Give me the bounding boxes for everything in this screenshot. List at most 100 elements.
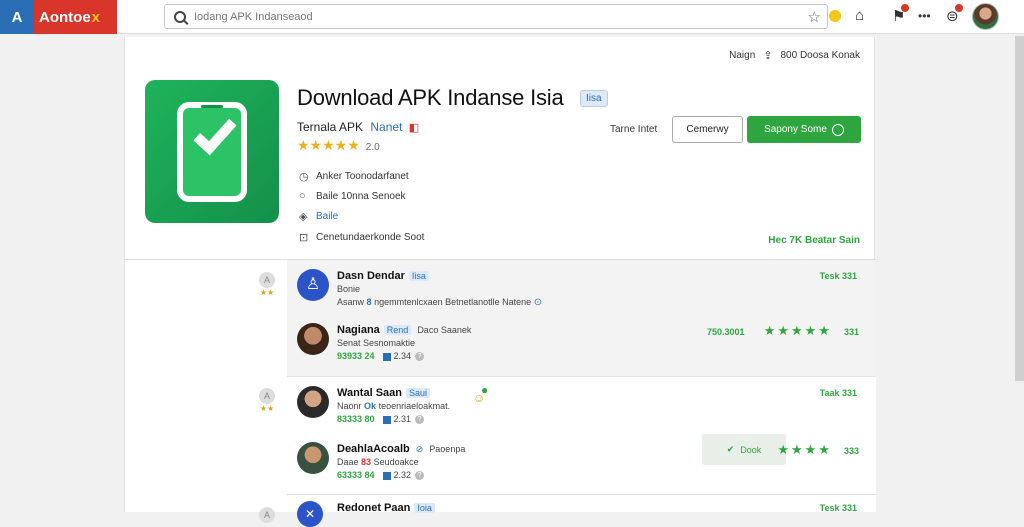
reviewer-name: Wantal Saan Saui xyxy=(337,387,431,399)
review-group: Wantal Saan Saui Naonr Ok teoenriaeloakma… xyxy=(287,376,876,494)
review-item[interactable]: Wantal Saan Saui Naonr Ok teoenriaeloakma… xyxy=(297,383,867,434)
clock-icon: ◷ xyxy=(299,171,309,183)
helpful-button[interactable]: ✔ Dook xyxy=(702,434,786,465)
globe-icon: ○ xyxy=(299,190,306,202)
header-meta: Naign ⇪ 800 Doosa Konak xyxy=(729,49,860,62)
link-icon[interactable]: ⊙ xyxy=(534,297,542,308)
page-scrollbar[interactable] xyxy=(1015,36,1024,381)
review-meta: 93933 24 2.34? xyxy=(337,351,425,362)
review-date: Tesk 331 xyxy=(819,271,857,281)
review-text: Bonie xyxy=(337,284,361,294)
search-icon xyxy=(174,10,186,23)
user-avatar[interactable] xyxy=(972,3,999,30)
bookmark-star-icon[interactable]: ☆ xyxy=(808,8,821,26)
share-icon[interactable]: ⇪ xyxy=(763,49,772,62)
check-icon: ✔ xyxy=(726,444,735,454)
reviewer-avatar[interactable] xyxy=(297,323,329,355)
checkmark-icon xyxy=(193,110,237,155)
brand-icon: A xyxy=(0,0,34,34)
helpful-count: 750.3001 xyxy=(707,327,745,337)
app-detail-card: Naign ⇪ 800 Doosa Konak Download APK Ind… xyxy=(124,37,876,527)
reviewer-name: DeahlaAcoalb ⊘ Paoenpa xyxy=(337,443,466,455)
reviewer-avatar[interactable]: ♙ xyxy=(297,269,329,301)
download-button[interactable]: Sapony Some xyxy=(747,116,861,143)
emoji-icon: ☺ xyxy=(473,391,486,405)
size-label: Tarne Intet xyxy=(610,124,658,135)
review-text: Naonr Ok teoenriaeloakmat. xyxy=(337,401,451,411)
notification-icon[interactable]: ⚑ xyxy=(892,4,910,25)
review-stars: ★★★★ 333 xyxy=(777,442,859,457)
review-date: Taak 331 xyxy=(819,388,857,398)
badge-stars: ★★ xyxy=(259,404,275,413)
extension-icon[interactable] xyxy=(829,10,841,22)
review-item[interactable]: DeahlaAcoalb ⊘ Paoenpa Daae 83 Seudoakce 6… xyxy=(297,434,867,490)
reviewer-avatar[interactable] xyxy=(297,386,329,418)
browser-toolbar: A Aontoex ☆ ⌂ ⚑ ••• ⊜ xyxy=(0,0,1024,34)
user-circle-icon: A xyxy=(259,388,275,404)
search-bar[interactable]: ☆ xyxy=(164,4,828,29)
reviewer-name: Dasn Dendar Iisa xyxy=(337,270,429,282)
brand-logo[interactable]: A Aontoe x xyxy=(0,0,117,34)
developer-link[interactable]: Nanet xyxy=(370,120,402,134)
review-text: Senat Sesnomaktie xyxy=(337,338,416,348)
rating-stars: ★★★★★ xyxy=(297,137,360,153)
reviewer-badge: Saui xyxy=(406,388,431,398)
review-meta: 63333 84 2.32? xyxy=(337,470,425,481)
user-circle-icon: A xyxy=(259,272,275,288)
review-group-badge: A ★★ xyxy=(258,272,276,297)
search-input[interactable] xyxy=(194,10,794,23)
brand-name-text: Aontoe xyxy=(39,8,91,26)
badge-stars: ★★ xyxy=(259,288,275,297)
header-meta-count: 800 Doosa Konak xyxy=(780,50,860,61)
info-icon xyxy=(382,471,391,480)
info-row-version: ○ Baile 10nna Senoek xyxy=(299,190,406,202)
review-group-badge: A ★★ xyxy=(258,388,276,413)
help-icon: ? xyxy=(415,471,425,481)
messages-icon[interactable]: ⊜ xyxy=(946,4,963,25)
review-meta: 83333 80 2.31? xyxy=(337,414,425,425)
developer-name: Ternala APK xyxy=(297,120,364,134)
review-item[interactable]: ♙ Dasn Dendar Iisa Bonie Asanw 8 ngemmten… xyxy=(297,269,867,317)
rating-value: 2.0 xyxy=(365,142,380,153)
download-icon xyxy=(831,123,844,136)
info-icon xyxy=(382,352,391,361)
tag-icon: ◈ xyxy=(299,211,308,223)
app-tag-badge[interactable]: Iisa xyxy=(580,90,608,107)
brand-name: Aontoe x xyxy=(34,0,117,34)
info-row-permissions: ⊡ Cenetundaerkonde Soot xyxy=(299,232,425,244)
secondary-button[interactable]: Cemerwy xyxy=(672,116,743,143)
phone-icon xyxy=(177,101,247,202)
review-group: ✕ Redonet Paan Ioia Tesk 331 xyxy=(287,494,876,527)
review-group-badge: A xyxy=(258,507,276,523)
info-icon xyxy=(382,415,391,424)
review-text: Asanw 8 ngemmtenlcxaen Betnetlanotlle Na… xyxy=(337,297,543,308)
developer-line: Ternala APK Nanet ◧ xyxy=(297,120,419,134)
flag-icon: ◧ xyxy=(408,122,420,134)
app-logo-icon xyxy=(145,80,279,223)
help-icon: ? xyxy=(415,352,425,362)
header-meta-text: Naign xyxy=(729,50,756,61)
reviewer-name: Redonet Paan Ioia xyxy=(337,502,435,514)
download-button-label: Sapony Some xyxy=(764,124,827,135)
review-item[interactable]: ✕ Redonet Paan Ioia Tesk 331 xyxy=(297,501,867,527)
user-circle-icon: A xyxy=(259,507,275,523)
review-stars: ★★★★★ 331 xyxy=(763,323,859,338)
info-row-updated: ◷ Anker Toonodarfanet xyxy=(299,171,409,183)
more-reviews-link[interactable]: Hec 7K Beatar Sain xyxy=(768,235,860,246)
reviewer-badge: Rend xyxy=(383,325,412,335)
info-row-category[interactable]: ◈ Baile xyxy=(299,210,338,223)
review-text: Daae 83 Seudoakce xyxy=(337,457,419,467)
app-rating: ★★★★★ 2.0 xyxy=(297,137,380,154)
reviewer-avatar[interactable] xyxy=(297,442,329,474)
reviewer-name: Nagiana Rend Daco Saanek xyxy=(337,324,472,336)
reviewer-avatar[interactable]: ✕ xyxy=(297,501,323,527)
home-icon[interactable]: ⌂ xyxy=(855,7,864,24)
review-item[interactable]: Nagiana Rend Daco Saanek Senat Sesnomaktie… xyxy=(297,323,867,371)
brand-mark: x xyxy=(91,8,101,26)
app-title: Download APK Indanse Isia xyxy=(297,85,564,110)
menu-dots-icon[interactable]: ••• xyxy=(918,9,931,23)
review-group: ♙ Dasn Dendar Iisa Bonie Asanw 8 ngemmten… xyxy=(287,260,876,376)
help-icon: ? xyxy=(415,415,425,425)
reviewer-badge: Iisa xyxy=(408,271,429,281)
lock-icon: ⊡ xyxy=(299,232,309,244)
